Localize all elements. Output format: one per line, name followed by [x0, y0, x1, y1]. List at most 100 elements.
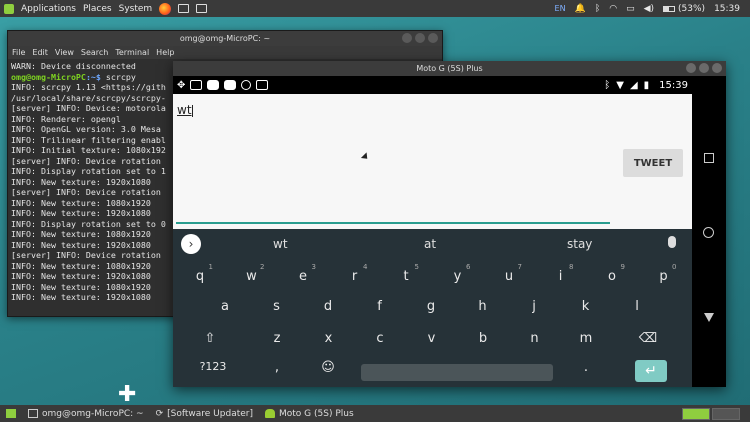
home-icon[interactable]	[703, 227, 714, 238]
bluetooth-icon[interactable]: ᛒ	[595, 4, 600, 14]
mint-logo-icon[interactable]	[4, 3, 14, 14]
app-notification-icon	[241, 80, 252, 90]
volume-icon[interactable]: ◀)	[644, 4, 654, 14]
workspace-switcher[interactable]	[682, 407, 750, 420]
key-d[interactable]: d	[313, 299, 343, 314]
key-h[interactable]: h	[468, 299, 498, 314]
key-b[interactable]: b	[468, 331, 498, 346]
terminal-launcher-icon[interactable]	[196, 4, 208, 13]
taskbar-item-updater[interactable]: ⟳ [Software Updater]	[150, 405, 259, 422]
system-menu[interactable]: System	[119, 0, 153, 17]
emoji-key-icon[interactable]: ☺	[313, 360, 343, 375]
key-m[interactable]: m	[571, 331, 601, 346]
key-n[interactable]: n	[520, 331, 550, 346]
desktop-icon	[6, 409, 16, 418]
terminal-titlebar[interactable]: omg@omg-MicroPC: ~	[8, 31, 442, 46]
key-e[interactable]: e3	[288, 263, 318, 284]
taskbar-item-terminal[interactable]: omg@omg-MicroPC: ~	[22, 405, 150, 422]
places-menu[interactable]: Places	[83, 0, 112, 17]
microphone-icon[interactable]	[668, 236, 676, 248]
tweet-input[interactable]: wt	[177, 103, 193, 117]
scrcpy-titlebar[interactable]: Moto G (5S) Plus	[173, 61, 726, 76]
menu-help[interactable]: Help	[156, 48, 174, 57]
menu-view[interactable]: View	[55, 48, 74, 57]
key-l[interactable]: l	[622, 299, 652, 314]
add-icon: ✚	[118, 382, 137, 407]
firefox-icon[interactable]	[159, 2, 172, 15]
maximize-button[interactable]	[699, 63, 709, 73]
menu-edit[interactable]: Edit	[32, 48, 48, 57]
key-v[interactable]: v	[417, 331, 447, 346]
tweet-button[interactable]: TWEET	[623, 149, 683, 177]
workspace-1[interactable]	[682, 407, 710, 420]
taskbar-item-scrcpy[interactable]: Moto G (5S) Plus	[259, 405, 360, 422]
menu-file[interactable]: File	[12, 48, 25, 57]
updater-icon: ⟳	[155, 408, 164, 419]
key-a[interactable]: a	[210, 299, 240, 314]
backspace-key-icon[interactable]: ⌫	[633, 331, 663, 346]
maximize-button[interactable]	[415, 33, 425, 43]
key-i[interactable]: i8	[546, 263, 576, 284]
applications-menu[interactable]: Applications	[21, 0, 76, 17]
menu-search[interactable]: Search	[81, 48, 108, 57]
key-row-3: ⇧ ⌫ z x c v b n m	[173, 331, 692, 357]
clock[interactable]: 15:39	[714, 4, 740, 14]
suggestion-1[interactable]: wt	[273, 237, 288, 251]
android-nav-bar	[692, 76, 726, 387]
key-w[interactable]: w2	[237, 263, 267, 284]
key-row-2: asdfghjkl	[173, 299, 692, 325]
keyboard-layout[interactable]: EN	[555, 4, 566, 13]
android-status-bar: ✥ ᛒ ▼ ◢ ▮ 15:39	[173, 76, 692, 94]
chevron-right-icon[interactable]: ›	[181, 234, 201, 254]
key-g[interactable]: g	[416, 299, 446, 314]
battery-percent: (53%)	[678, 3, 706, 14]
suggestion-strip: › wt at stay	[173, 229, 692, 259]
minimize-button[interactable]	[686, 63, 696, 73]
wifi-icon[interactable]: ◠	[609, 4, 617, 14]
key-t[interactable]: t5	[391, 263, 421, 284]
key-u[interactable]: u7	[494, 263, 524, 284]
battery-indicator[interactable]: (53%)	[663, 4, 705, 14]
key-c[interactable]: c	[365, 331, 395, 346]
key-s[interactable]: s	[262, 299, 292, 314]
comma-key[interactable]: ,	[262, 360, 292, 375]
key-r[interactable]: r4	[340, 263, 370, 284]
file-manager-icon[interactable]	[178, 4, 190, 13]
workspace-2[interactable]	[712, 407, 740, 420]
onscreen-keyboard: › wt at stay q1 w2 e3 r4 t5 y6 u7 i8 o9 p0 a s d f g h…	[173, 229, 692, 387]
key-x[interactable]: x	[314, 331, 344, 346]
battery-icon	[663, 5, 676, 12]
compose-area: wt TWEET	[173, 94, 692, 229]
close-button[interactable]	[428, 33, 438, 43]
bluetooth-icon: ᛒ	[604, 79, 611, 91]
show-desktop-icon[interactable]	[0, 405, 22, 422]
youtube-icon	[224, 80, 237, 90]
menu-terminal[interactable]: Terminal	[115, 48, 149, 57]
network-icon[interactable]: ▭	[626, 4, 635, 14]
close-button[interactable]	[712, 63, 722, 73]
key-f[interactable]: f	[365, 299, 395, 314]
spacebar[interactable]	[361, 364, 553, 381]
key-k[interactable]: k	[571, 299, 601, 314]
period-key[interactable]: .	[571, 360, 601, 375]
terminal-title: omg@omg-MicroPC: ~	[179, 34, 271, 43]
shift-key-icon[interactable]: ⇧	[195, 331, 225, 346]
suggestion-3[interactable]: stay	[567, 237, 592, 251]
notification-bell-icon[interactable]: 🔔	[575, 4, 586, 14]
enter-key-icon[interactable]: ↵	[635, 360, 667, 382]
key-p[interactable]: p0	[649, 263, 679, 284]
back-icon[interactable]	[704, 313, 714, 322]
key-o[interactable]: o9	[597, 263, 627, 284]
phone-screen[interactable]: ✥ ᛒ ▼ ◢ ▮ 15:39 wt TWEET › wt at stay q …	[173, 76, 692, 387]
minimize-button[interactable]	[402, 33, 412, 43]
signal-icon: ◢	[629, 79, 638, 91]
mouse-pointer-icon	[360, 152, 371, 162]
key-z[interactable]: z	[262, 331, 292, 346]
text-caret	[191, 104, 193, 117]
symbols-key[interactable]: ?123	[195, 360, 231, 373]
suggestion-2[interactable]: at	[424, 237, 436, 251]
key-j[interactable]: j	[519, 299, 549, 314]
recents-icon[interactable]	[704, 153, 714, 163]
key-y[interactable]: y6	[443, 263, 473, 284]
key-q[interactable]: q1	[185, 263, 215, 284]
